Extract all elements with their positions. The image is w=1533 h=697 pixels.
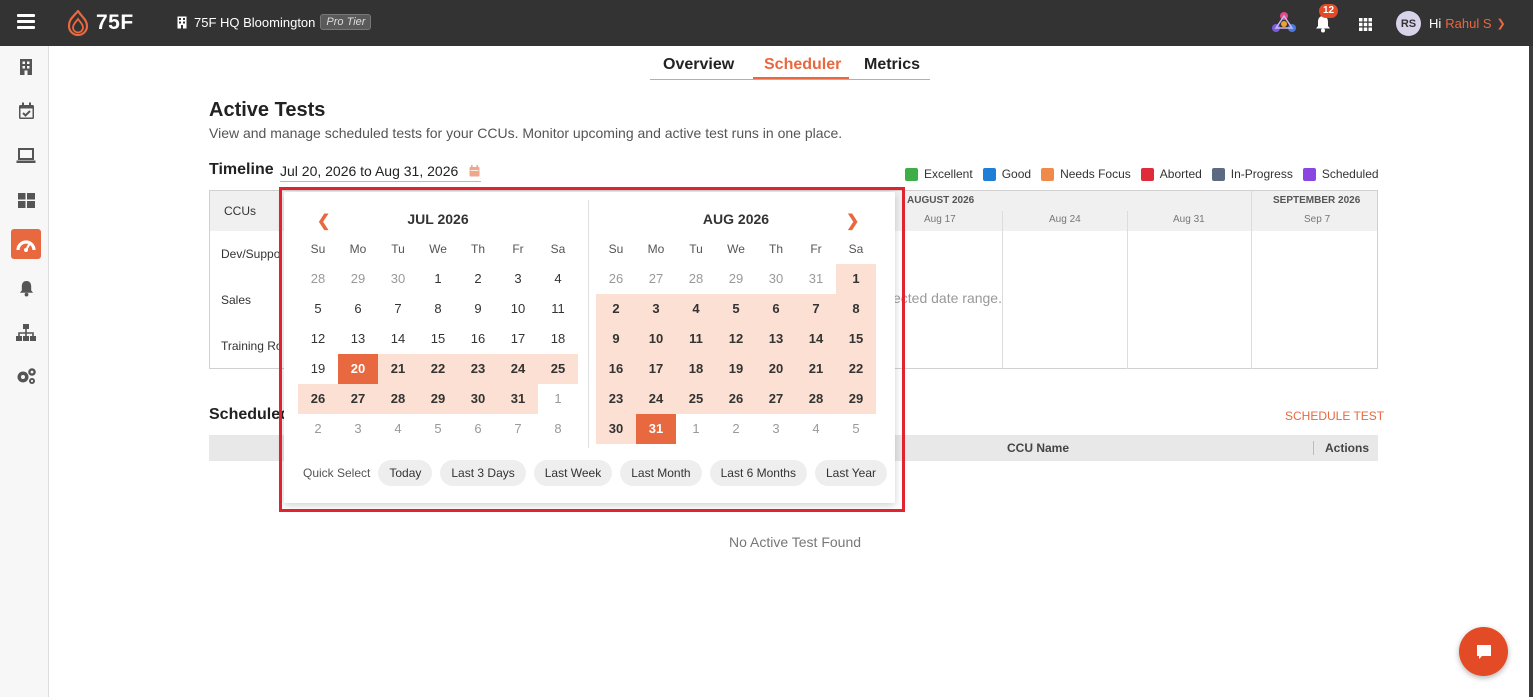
month-divider	[1251, 191, 1252, 369]
greeting-text: Hi	[1429, 16, 1442, 31]
notification-badge: 12	[1319, 4, 1339, 18]
ccu-row-label: Training Ro	[221, 339, 283, 353]
menu-icon[interactable]	[17, 14, 35, 30]
active-tab-indicator	[753, 77, 849, 79]
timeline-empty-text: ected date range.	[893, 290, 1002, 306]
legend-good: Good	[982, 167, 1031, 181]
hierarchy-nav-icon[interactable]	[11, 317, 41, 347]
week-divider	[1127, 211, 1128, 369]
laptop-nav-icon[interactable]	[11, 141, 41, 171]
left-rail	[0, 46, 49, 697]
gauge-nav-icon[interactable]	[11, 229, 41, 259]
legend-aborted: Aborted	[1140, 167, 1202, 181]
legend-needs-focus: Needs Focus	[1041, 167, 1131, 181]
ccus-column-header: CCUs	[224, 204, 256, 218]
calendar-icon[interactable]	[469, 164, 480, 182]
user-menu[interactable]: Hi Rahul S ❯	[1429, 16, 1506, 31]
scheduled-section-title: Scheduled	[209, 406, 290, 423]
building-icon	[177, 16, 187, 29]
chat-icon	[1476, 644, 1491, 659]
month-label: AUGUST 2026	[907, 195, 975, 206]
ccu-row-label: Dev/Suppo	[221, 247, 281, 261]
scheduler-tabs: Overview Scheduler Metrics	[650, 52, 930, 80]
apps-hub-icon[interactable]	[1271, 11, 1297, 35]
page-subtitle: View and manage scheduled tests for your…	[209, 125, 843, 141]
dashboard-nav-icon[interactable]	[11, 185, 41, 215]
avatar[interactable]: RS	[1396, 11, 1421, 36]
tab-overview[interactable]: Overview	[663, 56, 734, 74]
week-label: Sep 7	[1304, 214, 1331, 225]
legend-excellent: Excellent	[905, 167, 973, 181]
building-nav-icon[interactable]	[11, 52, 41, 82]
flame-icon	[67, 10, 89, 36]
week-label: Aug 31	[1173, 214, 1205, 225]
col-ccu-name: CCU Name	[1007, 441, 1070, 455]
tab-metrics[interactable]: Metrics	[864, 56, 920, 74]
column-separator	[1313, 441, 1314, 455]
month-label: SEPTEMBER 2026	[1273, 195, 1361, 206]
window-edge	[1529, 46, 1533, 697]
page-title: Active Tests	[209, 99, 326, 121]
date-range-input[interactable]: Jul 20, 2026 to Aug 31, 2026	[280, 163, 481, 182]
col-actions: Actions	[1325, 441, 1370, 455]
week-label: Aug 17	[924, 214, 956, 225]
tier-badge: Pro Tier	[320, 14, 372, 30]
highlight-outline	[279, 187, 905, 512]
site-name: 75F HQ Bloomington	[194, 14, 316, 30]
top-bar: 75F 75F HQ Bloomington Pro Tier 12 RS Hi…	[0, 0, 1533, 46]
user-name: Rahul S	[1445, 16, 1492, 31]
grid-apps-icon[interactable]	[1359, 18, 1372, 31]
chat-button[interactable]	[1459, 627, 1508, 676]
legend-scheduled: Scheduled	[1302, 167, 1379, 181]
timeline-label: Timeline	[209, 161, 274, 178]
calendar-check-nav-icon[interactable]	[11, 96, 41, 126]
site-selector[interactable]: 75F HQ Bloomington Pro Tier	[177, 14, 372, 30]
logo[interactable]: 75F	[66, 10, 134, 36]
logo-text: 75F	[96, 11, 134, 34]
tab-scheduler[interactable]: Scheduler	[764, 56, 841, 74]
empty-state-text: No Active Test Found	[729, 534, 862, 550]
ccu-row-label: Sales	[221, 293, 252, 307]
legend-in-progress: In-Progress	[1211, 167, 1293, 181]
chevron-down-icon: ❯	[1496, 18, 1506, 30]
bell-nav-icon[interactable]	[11, 273, 41, 303]
week-label: Aug 24	[1049, 214, 1081, 225]
settings-gears-nav-icon[interactable]	[11, 361, 41, 391]
week-divider	[1002, 211, 1003, 369]
status-legend: Excellent Good Needs Focus Aborted In-Pr…	[905, 167, 1379, 181]
schedule-test-button[interactable]: SCHEDULE TEST	[1285, 409, 1384, 423]
